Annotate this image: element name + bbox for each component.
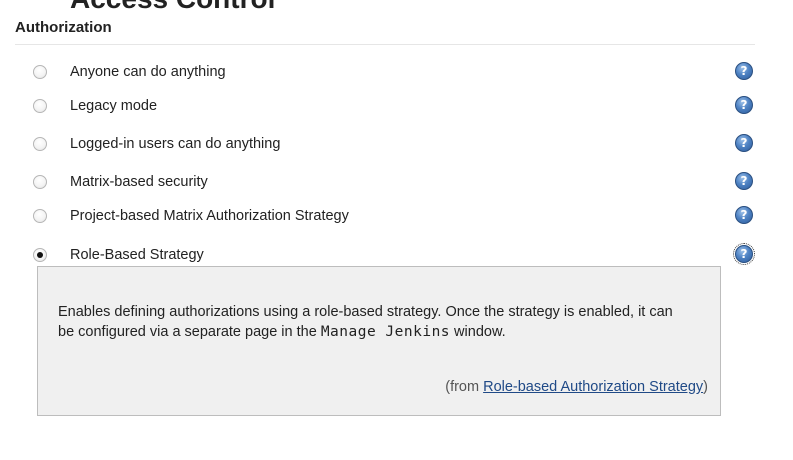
radio-logged-in-users[interactable]: [33, 137, 47, 151]
option-label[interactable]: Project-based Matrix Authorization Strat…: [70, 208, 349, 224]
radio-project-based-matrix[interactable]: [33, 209, 47, 223]
page-heading: Access Control: [70, 0, 275, 15]
section-title: Authorization: [15, 19, 112, 36]
option-label[interactable]: Role-Based Strategy: [70, 247, 204, 263]
radio-anyone-can-do-anything[interactable]: [33, 65, 47, 79]
option-label[interactable]: Matrix-based security: [70, 174, 208, 190]
option-label[interactable]: Legacy mode: [70, 98, 157, 114]
help-icon[interactable]: ?: [735, 172, 753, 190]
radio-role-based-strategy[interactable]: [33, 248, 47, 262]
help-icon[interactable]: ?: [735, 62, 753, 80]
authorization-section-header: Authorization: [15, 18, 755, 45]
help-icon[interactable]: ?: [735, 206, 753, 224]
option-legacy-mode[interactable]: Legacy mode ?: [15, 94, 760, 124]
help-source: (from Role-based Authorization Strategy): [445, 379, 708, 395]
help-icon[interactable]: ?: [735, 96, 753, 114]
radio-legacy-mode[interactable]: [33, 99, 47, 113]
help-box: Enables defining authorizations using a …: [37, 266, 721, 416]
option-anyone-can-do-anything[interactable]: Anyone can do anything ?: [15, 60, 760, 90]
manage-jenkins-code: Manage Jenkins: [320, 324, 451, 340]
help-description: Enables defining authorizations using a …: [58, 304, 673, 340]
radio-matrix-based-security[interactable]: [33, 175, 47, 189]
help-icon[interactable]: ?: [733, 243, 755, 265]
option-matrix-based-security[interactable]: Matrix-based security ?: [15, 170, 760, 200]
option-label[interactable]: Anyone can do anything: [70, 64, 226, 80]
help-icon[interactable]: ?: [735, 134, 753, 152]
option-logged-in-users[interactable]: Logged-in users can do anything ?: [15, 132, 760, 162]
plugin-link[interactable]: Role-based Authorization Strategy: [483, 379, 703, 395]
option-label[interactable]: Logged-in users can do anything: [70, 136, 280, 152]
option-project-based-matrix[interactable]: Project-based Matrix Authorization Strat…: [15, 204, 760, 234]
